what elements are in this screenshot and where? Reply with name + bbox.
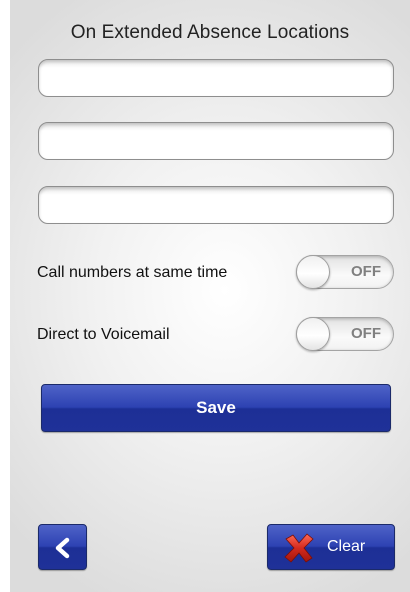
direct-voicemail-label: Direct to Voicemail [37,326,170,343]
save-button[interactable]: Save [41,384,391,432]
chevron-left-icon [55,537,70,559]
toggle-state-text: OFF [351,263,381,280]
red-x-icon [284,533,314,563]
toggle-knob[interactable] [296,255,330,289]
back-button[interactable] [38,524,87,570]
location-field-1[interactable] [38,59,394,97]
toggle-state-text: OFF [351,325,381,342]
page-title: On Extended Absence Locations [70,22,350,43]
toggle-knob[interactable] [296,317,330,351]
location-field-3[interactable] [38,186,394,224]
direct-voicemail-toggle[interactable]: OFF [296,317,394,351]
location-field-2[interactable] [38,122,394,160]
clear-button[interactable]: Clear [267,524,395,570]
call-same-time-toggle[interactable]: OFF [296,255,394,289]
clear-button-label: Clear [327,538,366,555]
extended-absence-screen: On Extended Absence Locations Call numbe… [10,0,410,592]
call-same-time-label: Call numbers at same time [37,264,228,281]
